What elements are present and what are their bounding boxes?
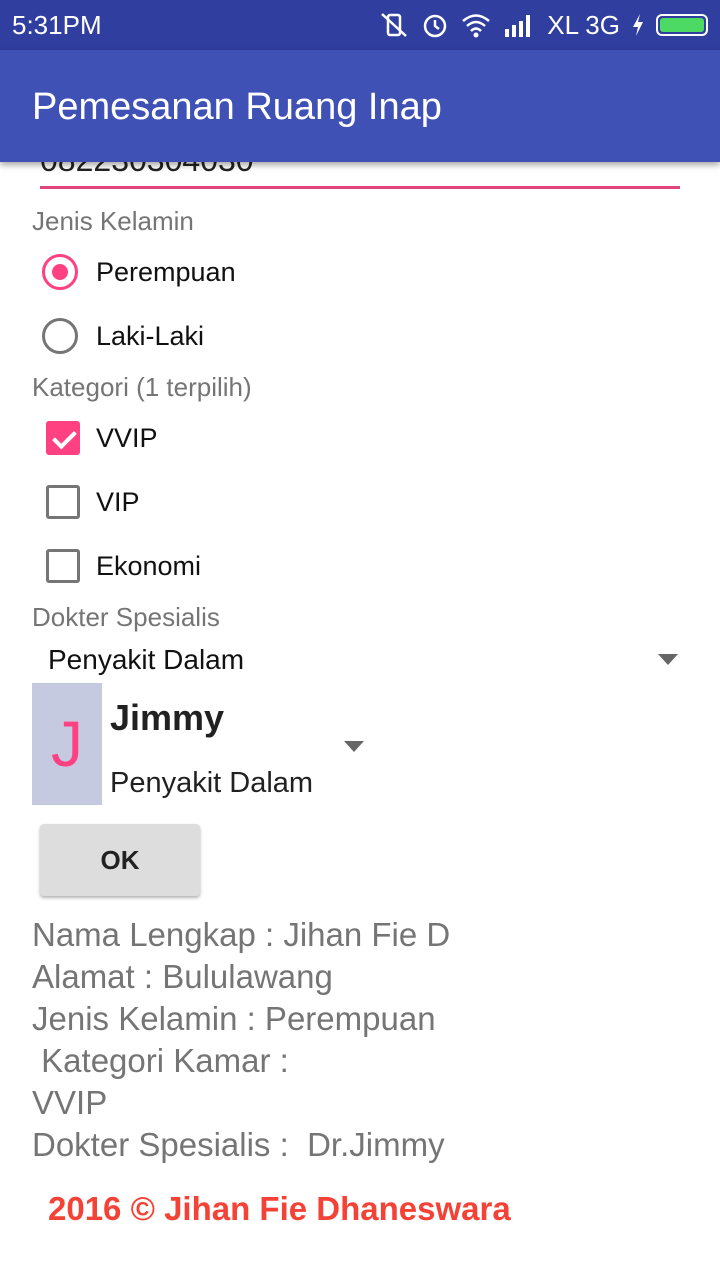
gender-label: Jenis Kelamin: [32, 206, 194, 236]
dropdown-arrow-icon[interactable]: [658, 654, 678, 665]
wifi-icon: [462, 14, 491, 38]
signal-icon: [505, 15, 531, 37]
radio-label: Perempuan: [96, 256, 236, 287]
category-label: Kategori (1 terpilih): [32, 372, 252, 402]
status-bar: 5:31PM XL 3G: [0, 0, 720, 50]
radio-perempuan[interactable]: Perempuan: [42, 248, 236, 296]
phone-input[interactable]: 082230304030: [40, 162, 680, 189]
checkbox-label: VVIP: [96, 422, 158, 453]
vibrate-off-icon: [381, 13, 408, 37]
specialist-label: Dokter Spesialis: [32, 602, 220, 632]
specialist-selected: Penyakit Dalam: [48, 644, 245, 675]
doctor-specialty: Penyakit Dalam: [110, 767, 314, 799]
doctor-avatar: J: [32, 683, 102, 805]
specialist-spinner[interactable]: Penyakit Dalam: [48, 640, 688, 684]
status-time: 5:31PM: [12, 10, 102, 40]
ok-button[interactable]: OK: [40, 824, 200, 896]
status-icons: XL 3G: [379, 8, 708, 42]
radio-unchecked-icon[interactable]: [42, 318, 78, 354]
app-bar: Pemesanan Ruang Inap: [0, 50, 720, 162]
radio-label: Laki-Laki: [96, 320, 205, 351]
radio-laki-laki[interactable]: Laki-Laki: [42, 312, 204, 360]
checkbox-unchecked-icon[interactable]: [46, 485, 80, 519]
dropdown-arrow-icon[interactable]: [344, 741, 364, 752]
radio-checked-icon[interactable]: [42, 254, 78, 290]
checkbox-label: VIP: [96, 486, 140, 517]
doctor-spinner[interactable]: J Jimmy Penyakit Dalam: [32, 683, 372, 805]
battery-icon: [656, 14, 708, 36]
result-text: Nama Lengkap : Jihan Fie D Alamat : Bulu…: [32, 916, 451, 1163]
checkbox-ekonomi[interactable]: Ekonomi: [42, 542, 201, 590]
checkbox-unchecked-icon[interactable]: [46, 549, 80, 583]
alarm-icon: [424, 14, 447, 38]
checkbox-checked-icon[interactable]: [46, 421, 80, 455]
form-content[interactable]: 082230304030 Jenis Kelamin Perempuan Lak…: [0, 162, 720, 1280]
footer-credit: 2016 © Jihan Fie Dhaneswara: [48, 1190, 511, 1227]
doctor-name: Jimmy: [110, 697, 225, 738]
checkbox-label: Ekonomi: [96, 550, 202, 581]
network-label: XL 3G: [547, 9, 620, 40]
app-title: Pemesanan Ruang Inap: [32, 86, 442, 128]
checkbox-vvip[interactable]: VVIP: [42, 414, 158, 462]
charging-icon: [633, 14, 643, 36]
checkbox-vip[interactable]: VIP: [42, 478, 140, 526]
